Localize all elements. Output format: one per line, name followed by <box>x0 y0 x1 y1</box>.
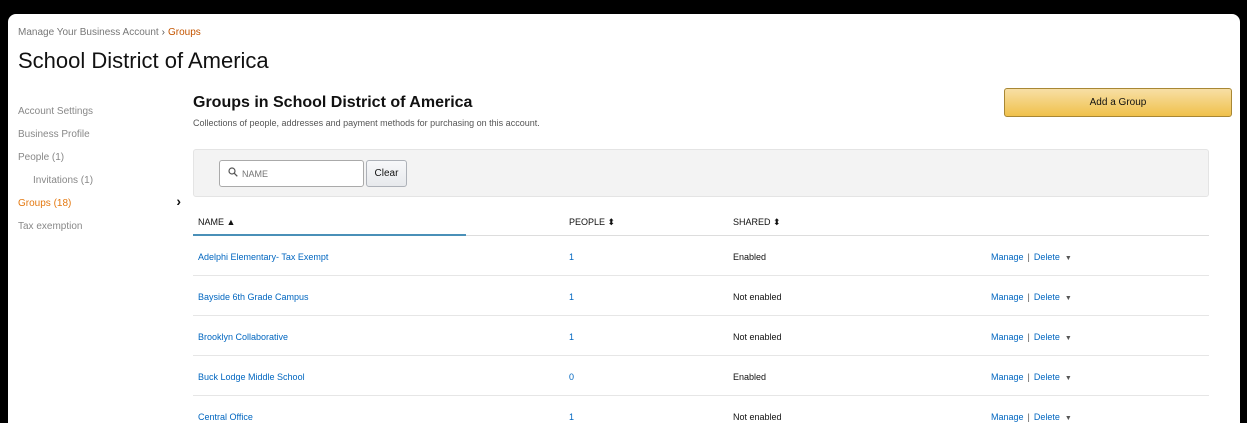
shared-status: Not enabled <box>733 412 782 422</box>
breadcrumb-parent-link[interactable]: Manage Your Business Account <box>18 27 159 38</box>
search-input[interactable] <box>242 165 357 183</box>
breadcrumb: Manage Your Business Account › Groups <box>18 27 201 38</box>
page-frame: Manage Your Business Account › Groups Scho… <box>8 14 1240 423</box>
shared-status: Not enabled <box>733 332 782 342</box>
sidebar-item-groups-label: Groups (18) <box>18 198 72 209</box>
row-actions: Manage | Delete ▼ <box>991 252 1072 262</box>
caret-down-icon[interactable]: ▼ <box>1065 295 1072 302</box>
add-group-button[interactable]: Add a Group <box>1004 88 1232 117</box>
clear-button[interactable]: Clear <box>366 160 407 187</box>
row-actions: Manage | Delete ▼ <box>991 372 1072 382</box>
action-separator: | <box>1027 252 1030 262</box>
sidebar-item-business-profile[interactable]: Business Profile <box>18 129 183 152</box>
sidebar-item-account-settings[interactable]: Account Settings <box>18 106 183 129</box>
table-row: Adelphi Elementary- Tax Exempt 1 Enabled… <box>193 236 1209 276</box>
table-row: Brooklyn Collaborative 1 Not enabled Man… <box>193 316 1209 356</box>
sidebar-item-tax-exemption[interactable]: Tax exemption <box>18 221 183 244</box>
delete-link[interactable]: Delete <box>1034 372 1060 382</box>
column-header-people[interactable]: PEOPLE ⬍ <box>569 217 615 228</box>
sidebar-item-groups[interactable]: Groups (18) › <box>18 193 183 221</box>
action-separator: | <box>1027 412 1030 422</box>
table-header: NAME ▲ PEOPLE ⬍ SHARED ⬍ <box>193 214 1209 236</box>
main-content: Groups in School District of America Col… <box>193 88 1232 197</box>
caret-down-icon[interactable]: ▼ <box>1065 335 1072 342</box>
group-name-link[interactable]: Brooklyn Collaborative <box>198 332 288 342</box>
shared-status: Not enabled <box>733 292 782 302</box>
group-name-link[interactable]: Adelphi Elementary- Tax Exempt <box>198 252 328 262</box>
caret-down-icon[interactable]: ▼ <box>1065 375 1072 382</box>
chevron-right-icon: › <box>176 193 181 209</box>
action-separator: | <box>1027 292 1030 302</box>
section-subtitle: Collections of people, addresses and pay… <box>193 118 540 128</box>
table-row: Buck Lodge Middle School 0 Enabled Manag… <box>193 356 1209 396</box>
breadcrumb-separator: › <box>161 27 165 38</box>
row-actions: Manage | Delete ▼ <box>991 332 1072 342</box>
table-row: Bayside 6th Grade Campus 1 Not enabled M… <box>193 276 1209 316</box>
manage-link[interactable]: Manage <box>991 412 1024 422</box>
people-count-link[interactable]: 1 <box>569 292 574 302</box>
people-count-link[interactable]: 0 <box>569 372 574 382</box>
people-count-link[interactable]: 1 <box>569 332 574 342</box>
sidebar-item-invitations[interactable]: Invitations (1) <box>18 175 183 198</box>
row-actions: Manage | Delete ▼ <box>991 412 1072 422</box>
manage-link[interactable]: Manage <box>991 292 1024 302</box>
delete-link[interactable]: Delete <box>1034 252 1060 262</box>
delete-link[interactable]: Delete <box>1034 412 1060 422</box>
people-count-link[interactable]: 1 <box>569 412 574 422</box>
group-name-link[interactable]: Central Office <box>198 412 253 422</box>
action-separator: | <box>1027 332 1030 342</box>
search-icon <box>228 167 238 177</box>
search-box[interactable] <box>219 160 364 187</box>
group-name-link[interactable]: Buck Lodge Middle School <box>198 372 305 382</box>
breadcrumb-current[interactable]: Groups <box>168 27 201 38</box>
delete-link[interactable]: Delete <box>1034 292 1060 302</box>
delete-link[interactable]: Delete <box>1034 332 1060 342</box>
row-actions: Manage | Delete ▼ <box>991 292 1072 302</box>
shared-status: Enabled <box>733 252 767 262</box>
page-title: School District of America <box>18 48 269 73</box>
sidebar-item-people[interactable]: People (1) <box>18 152 183 175</box>
shared-status: Enabled <box>733 372 767 382</box>
manage-link[interactable]: Manage <box>991 332 1024 342</box>
caret-down-icon[interactable]: ▼ <box>1065 255 1072 262</box>
sidebar-nav: Account Settings Business Profile People… <box>18 106 183 244</box>
groups-table: NAME ▲ PEOPLE ⬍ SHARED ⬍ Adelphi Element… <box>193 214 1209 423</box>
caret-down-icon[interactable]: ▼ <box>1065 415 1072 422</box>
people-count-link[interactable]: 1 <box>569 252 574 262</box>
manage-link[interactable]: Manage <box>991 372 1024 382</box>
group-name-link[interactable]: Bayside 6th Grade Campus <box>198 292 309 302</box>
search-panel: Clear <box>193 149 1209 197</box>
manage-link[interactable]: Manage <box>991 252 1024 262</box>
column-header-shared[interactable]: SHARED ⬍ <box>733 217 781 228</box>
column-header-name[interactable]: NAME ▲ <box>198 217 235 227</box>
action-separator: | <box>1027 372 1030 382</box>
table-row: Central Office 1 Not enabled Manage | Dele… <box>193 396 1209 423</box>
